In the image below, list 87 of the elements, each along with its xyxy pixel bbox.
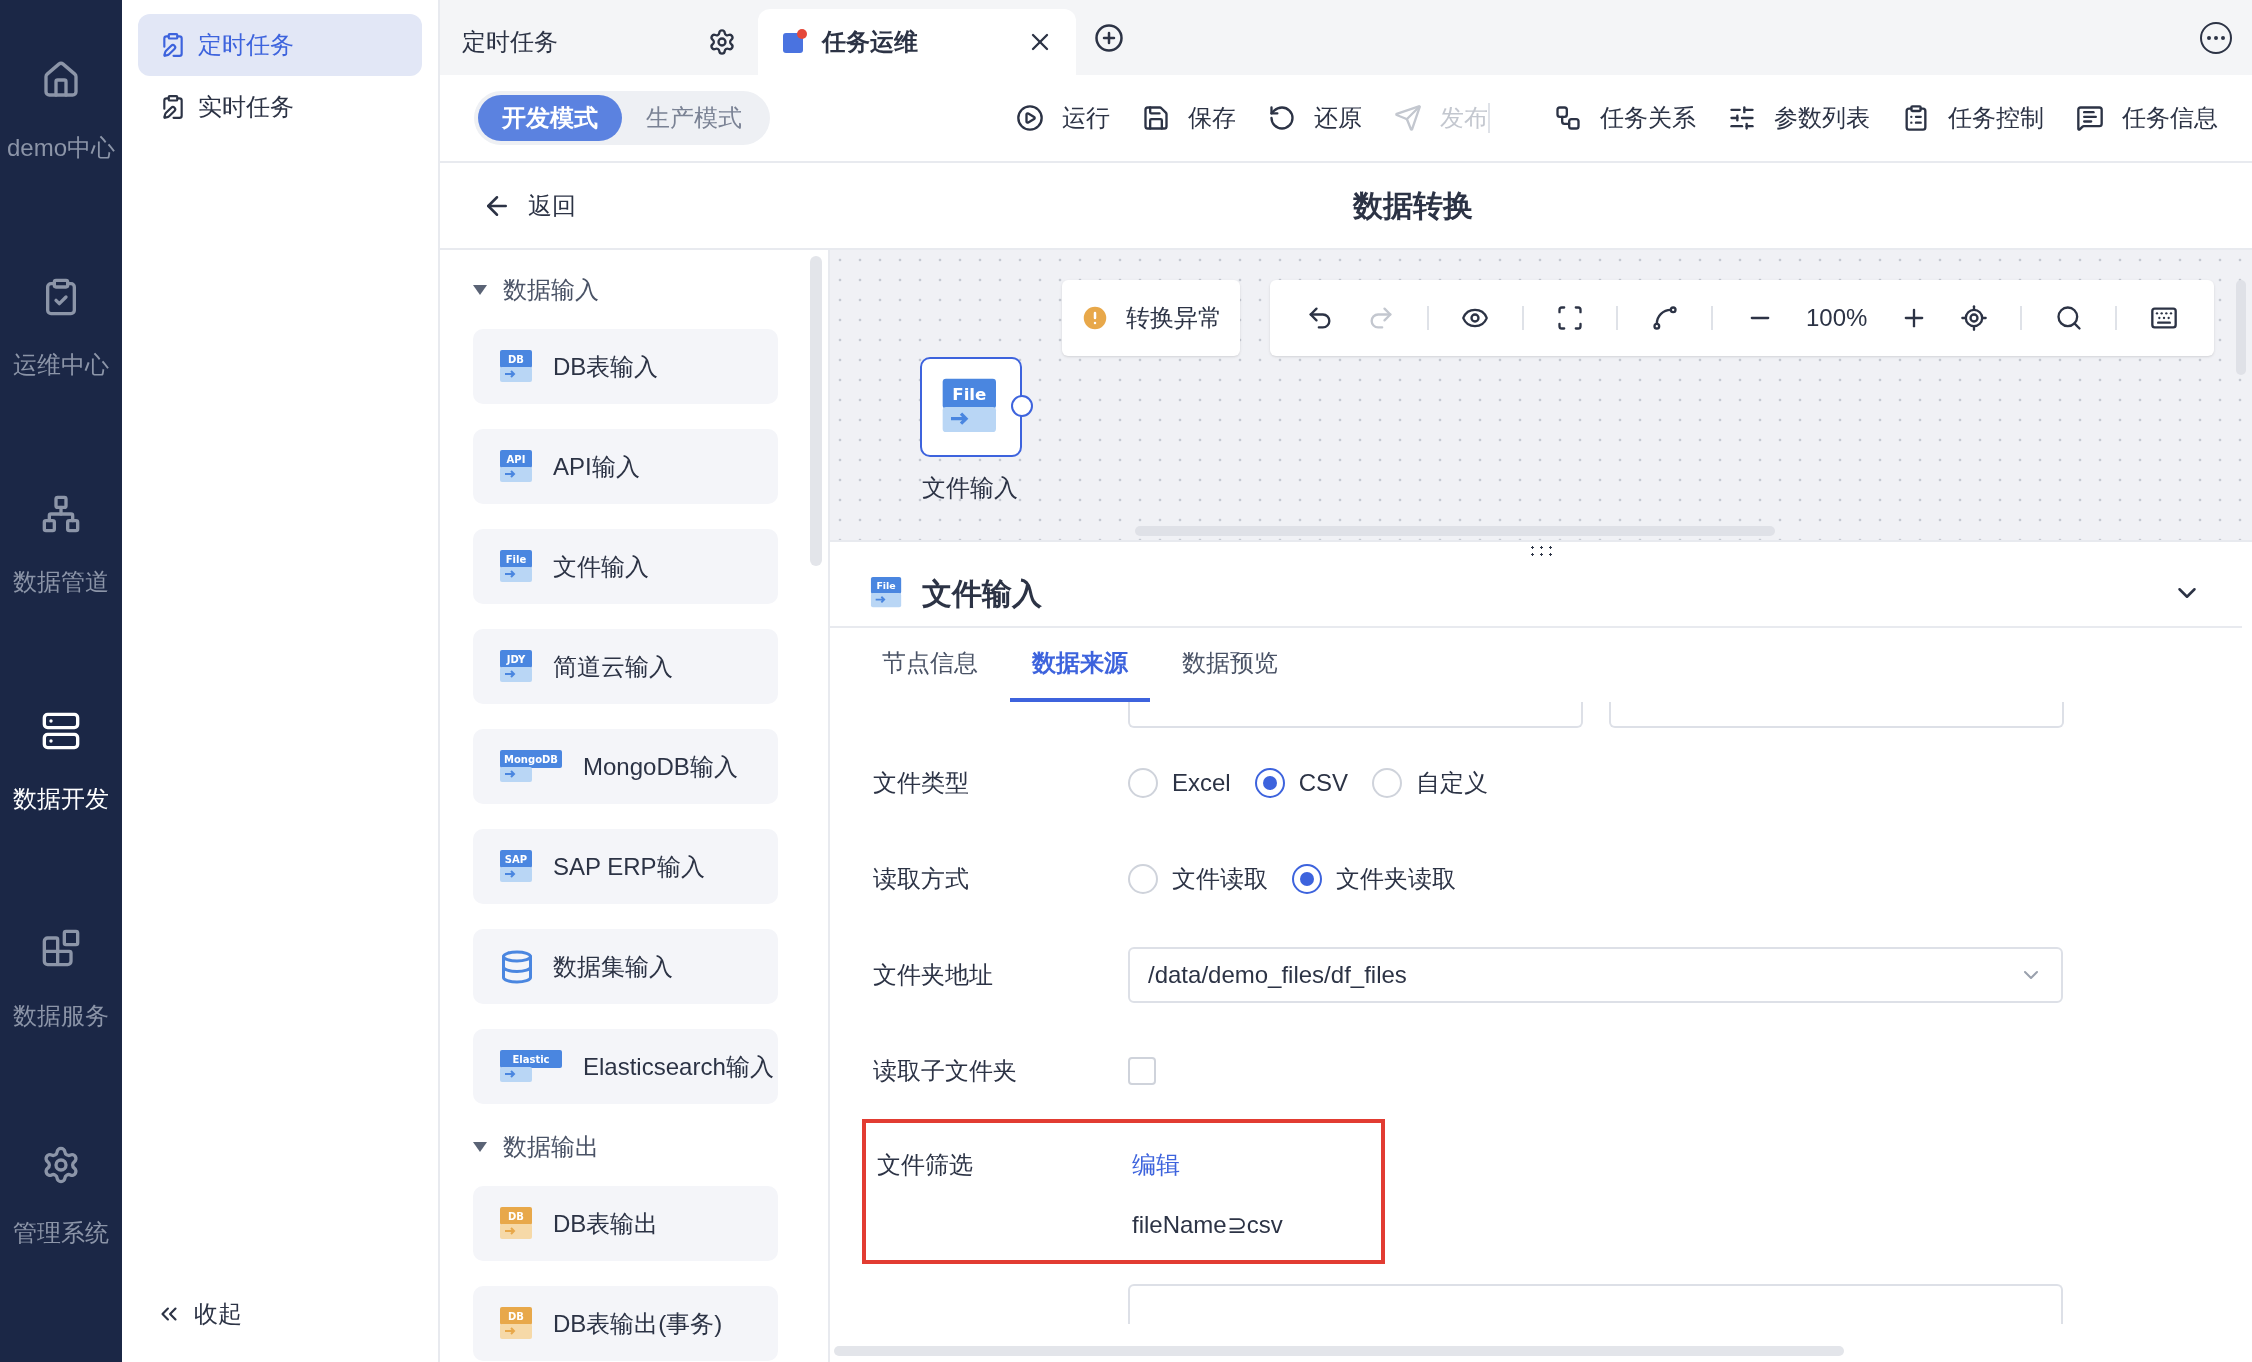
message-icon bbox=[2076, 104, 2104, 132]
task-icon bbox=[160, 94, 186, 120]
send-icon bbox=[1394, 104, 1422, 132]
path-select[interactable]: /data/demo_files/df_files bbox=[1128, 947, 2063, 1003]
nav-item[interactable]: 数据服务 bbox=[0, 928, 122, 1145]
more-icon[interactable] bbox=[2200, 21, 2232, 54]
toolbar-button[interactable]: 任务信息 bbox=[2076, 100, 2218, 136]
panel-tab[interactable]: 节点信息 bbox=[860, 628, 1000, 702]
subnav-item[interactable]: 实时任务 bbox=[138, 76, 422, 138]
node-label: 文件输入 bbox=[922, 473, 1018, 503]
radio-label: 文件夹读取 bbox=[1336, 864, 1456, 894]
collapse-button[interactable]: 收起 bbox=[138, 1296, 268, 1332]
select-field[interactable] bbox=[1609, 702, 2064, 728]
subnav-item[interactable]: 定时任务 bbox=[138, 14, 422, 76]
group-header[interactable]: 数据输入 bbox=[473, 272, 795, 308]
nav-icon bbox=[41, 1145, 81, 1185]
toolbar-button[interactable]: 运行 bbox=[1016, 100, 1110, 136]
radio-label: CSV bbox=[1298, 768, 1349, 798]
page-title: 数据转换 bbox=[1353, 188, 1473, 224]
toolbar-button[interactable]: 任务关系 bbox=[1554, 100, 1696, 136]
connector-port[interactable] bbox=[1011, 395, 1033, 417]
palette-item[interactable]: API API输入 bbox=[473, 429, 778, 504]
canvas-scrollbar[interactable] bbox=[2236, 280, 2246, 375]
nav-item[interactable]: 运维中心 bbox=[0, 277, 122, 494]
radio-button[interactable] bbox=[1254, 768, 1285, 798]
palette-item[interactable]: Elastic Elasticsearch输入 bbox=[473, 1029, 778, 1104]
palette-item[interactable]: 数据集输入 bbox=[473, 929, 778, 1004]
tab[interactable]: 定时任务 bbox=[440, 9, 758, 75]
nav-icon bbox=[41, 711, 81, 751]
add-tab-icon[interactable] bbox=[1094, 22, 1124, 53]
field-label: 读取子文件夹 bbox=[873, 1056, 1018, 1086]
filter-value: fileName⊇csv bbox=[1132, 1211, 1283, 1238]
nav-item[interactable]: 数据开发 bbox=[0, 711, 122, 928]
zoom-level: 100% bbox=[1805, 303, 1868, 333]
radio-label: Excel bbox=[1172, 768, 1231, 798]
mode-tab[interactable]: 开发模式 bbox=[478, 95, 622, 141]
field-label: 文件类型 bbox=[873, 768, 970, 798]
warning-icon bbox=[1080, 303, 1110, 333]
nav-icon bbox=[41, 60, 81, 100]
toolbar-button[interactable]: 保存 bbox=[1142, 100, 1236, 136]
connector-icon[interactable] bbox=[1650, 304, 1679, 332]
sliders-icon bbox=[1728, 104, 1756, 132]
save-icon bbox=[1142, 104, 1170, 132]
task-icon bbox=[160, 32, 186, 58]
palette-item[interactable]: MongoDB MongoDB输入 bbox=[473, 729, 778, 804]
palette-item[interactable]: DB DB表输出 bbox=[473, 1186, 778, 1261]
flow-node[interactable]: File bbox=[920, 357, 1022, 457]
nav-item[interactable]: demo中心 bbox=[0, 60, 122, 277]
database-icon bbox=[499, 948, 535, 985]
edit-link[interactable]: 编辑 bbox=[1132, 1147, 1180, 1183]
toolbar-button[interactable]: 还原 bbox=[1268, 100, 1362, 136]
tab[interactable]: 任务运维 bbox=[758, 9, 1076, 75]
group-header[interactable]: 数据输出 bbox=[473, 1129, 795, 1165]
status-badge[interactable]: 转换异常 bbox=[1062, 280, 1240, 356]
select-field[interactable] bbox=[1128, 702, 1583, 728]
radio-label: 自定义 bbox=[1416, 768, 1489, 798]
toolbar-button[interactable]: 参数列表 bbox=[1728, 100, 1870, 136]
locate-icon[interactable] bbox=[1960, 304, 1989, 332]
palette-item[interactable]: DB DB表输入 bbox=[473, 329, 778, 404]
restore-icon bbox=[1268, 104, 1296, 132]
panel-tab[interactable]: 数据预览 bbox=[1160, 628, 1300, 702]
select-field[interactable] bbox=[1128, 1284, 2063, 1324]
back-button[interactable]: 返回 bbox=[482, 187, 576, 224]
scrollbar[interactable] bbox=[810, 256, 822, 566]
flowchart-icon bbox=[1554, 104, 1582, 132]
palette-item[interactable]: SAP SAP ERP输入 bbox=[473, 829, 778, 904]
panel-title: 文件输入 bbox=[922, 575, 1043, 612]
radio-button[interactable] bbox=[1292, 864, 1322, 894]
fit-view-icon[interactable] bbox=[1556, 304, 1585, 332]
toolbar-button[interactable]: 任务控制 bbox=[1902, 100, 2044, 136]
play-icon bbox=[1016, 104, 1044, 132]
field-label: 文件夹地址 bbox=[873, 960, 994, 990]
search-icon[interactable] bbox=[2054, 304, 2083, 332]
palette-item[interactable]: JDY 简道云输入 bbox=[473, 629, 778, 704]
nav-icon bbox=[41, 494, 81, 534]
form-scrollbar[interactable] bbox=[834, 1346, 1844, 1356]
field-label: 读取方式 bbox=[873, 864, 970, 894]
checkbox[interactable] bbox=[1128, 1057, 1156, 1085]
nav-icon bbox=[41, 928, 81, 968]
settings-icon[interactable] bbox=[708, 28, 736, 56]
nav-item[interactable]: 数据管道 bbox=[0, 494, 122, 711]
nav-item[interactable]: 管理系统 bbox=[0, 1145, 122, 1362]
palette-item[interactable]: File 文件输入 bbox=[473, 529, 778, 604]
palette-item[interactable]: DB DB表输出(事务) bbox=[473, 1286, 778, 1361]
panel-tab[interactable]: 数据来源 bbox=[1010, 628, 1150, 702]
field-label: 文件筛选 bbox=[877, 1150, 974, 1180]
radio-label: 文件读取 bbox=[1172, 864, 1268, 894]
